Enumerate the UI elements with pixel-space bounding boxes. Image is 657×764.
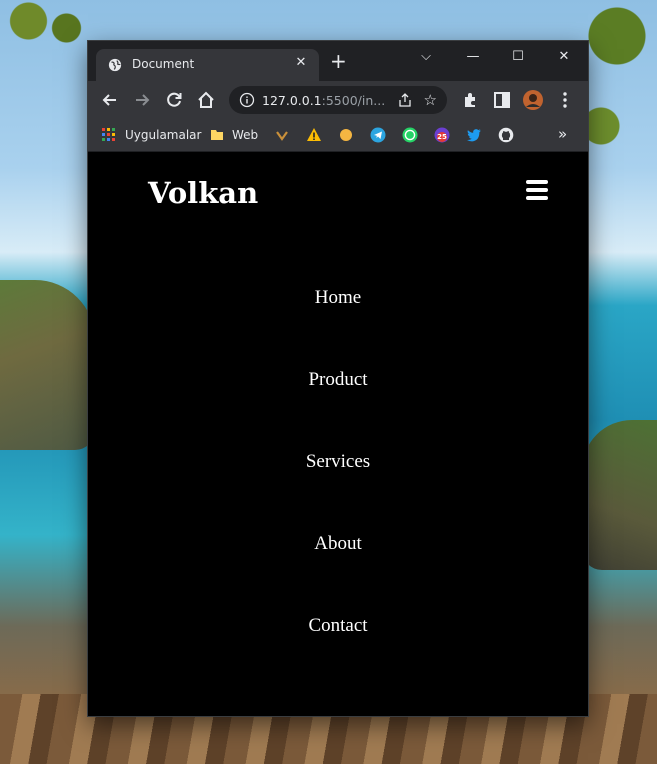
- warning-icon[interactable]: [306, 127, 322, 143]
- forward-arrow-icon[interactable]: [131, 89, 153, 111]
- bookmarks-bar: Uygulamalar Web 25 »: [88, 119, 588, 152]
- nav-link-contact[interactable]: Contact: [88, 615, 588, 637]
- url-host: 127.0.0.1: [262, 93, 322, 108]
- url-path: :5500/in...: [321, 93, 386, 108]
- site-info-icon[interactable]: [239, 92, 255, 108]
- bookmark-calendar[interactable]: 25: [434, 127, 450, 143]
- bookmark-label: Uygulamalar: [125, 128, 202, 142]
- url-text: 127.0.0.1:5500/in...: [262, 93, 385, 108]
- more-bookmarks-button[interactable]: »: [558, 124, 567, 144]
- calendar-badge-number: 25: [437, 133, 447, 141]
- browser-toolbar: 127.0.0.1:5500/in... ☆: [88, 81, 588, 119]
- github-icon[interactable]: [498, 127, 514, 143]
- maximize-button[interactable]: ☐: [508, 49, 528, 64]
- hamburger-bar: [526, 188, 548, 192]
- circle-icon[interactable]: [338, 127, 354, 143]
- back-arrow-icon[interactable]: [99, 89, 121, 111]
- wallpaper-cliff-left: [0, 280, 95, 450]
- browser-window: Document ✕ + ⌵ — ☐ ✕ 127.0.0.1:5500/in..…: [88, 41, 588, 716]
- title-bar: Document ✕ + ⌵ — ☐ ✕: [88, 41, 588, 81]
- extensions-puzzle-icon[interactable]: [459, 89, 481, 111]
- nav-link-about[interactable]: About: [88, 533, 588, 555]
- nav-link-product[interactable]: Product: [88, 369, 588, 391]
- apps-grid-icon: [102, 128, 115, 141]
- bookmark-uygulamalar[interactable]: Uygulamalar: [101, 125, 201, 145]
- globe-icon: [108, 58, 122, 72]
- address-bar[interactable]: 127.0.0.1:5500/in... ☆: [229, 86, 447, 114]
- whatsapp-icon[interactable]: [402, 127, 418, 143]
- web-page: Volkan Home Product Services About Conta…: [88, 152, 588, 716]
- browser-menu-icon[interactable]: [554, 89, 576, 111]
- hamburger-bar: [526, 196, 548, 200]
- bookmark-label: Web: [232, 128, 259, 142]
- close-window-button[interactable]: ✕: [554, 49, 574, 64]
- bookmark-star-icon[interactable]: ☆: [424, 91, 437, 109]
- reload-icon[interactable]: [163, 89, 185, 111]
- tab-close-icon[interactable]: ✕: [293, 55, 309, 70]
- site-logo[interactable]: Volkan: [148, 176, 258, 210]
- hamburger-icon[interactable]: [526, 180, 548, 200]
- tab-document[interactable]: Document ✕: [96, 49, 319, 81]
- wallpaper-cliff-right: [582, 420, 657, 570]
- bookmark-web-folder[interactable]: Web: [209, 125, 258, 145]
- nav-link-services[interactable]: Services: [88, 451, 588, 473]
- side-panel-icon[interactable]: [491, 89, 513, 111]
- hamburger-bar: [526, 180, 548, 184]
- telegram-icon[interactable]: [370, 127, 386, 143]
- nav-link-home[interactable]: Home: [88, 287, 588, 309]
- tab-title: Document: [132, 57, 195, 71]
- tab-search-chevron-icon[interactable]: ⌵: [416, 49, 436, 64]
- wallpaper-trees-right: [577, 0, 657, 180]
- minimize-button[interactable]: —: [463, 49, 483, 64]
- home-icon[interactable]: [195, 89, 217, 111]
- wallpaper-trees-left: [0, 0, 95, 70]
- share-icon[interactable]: [397, 92, 413, 108]
- profile-avatar[interactable]: [522, 89, 544, 111]
- new-tab-button[interactable]: +: [330, 51, 347, 71]
- vivaldi-icon[interactable]: [274, 127, 290, 143]
- twitter-icon[interactable]: [466, 127, 482, 143]
- folder-icon: [211, 130, 223, 140]
